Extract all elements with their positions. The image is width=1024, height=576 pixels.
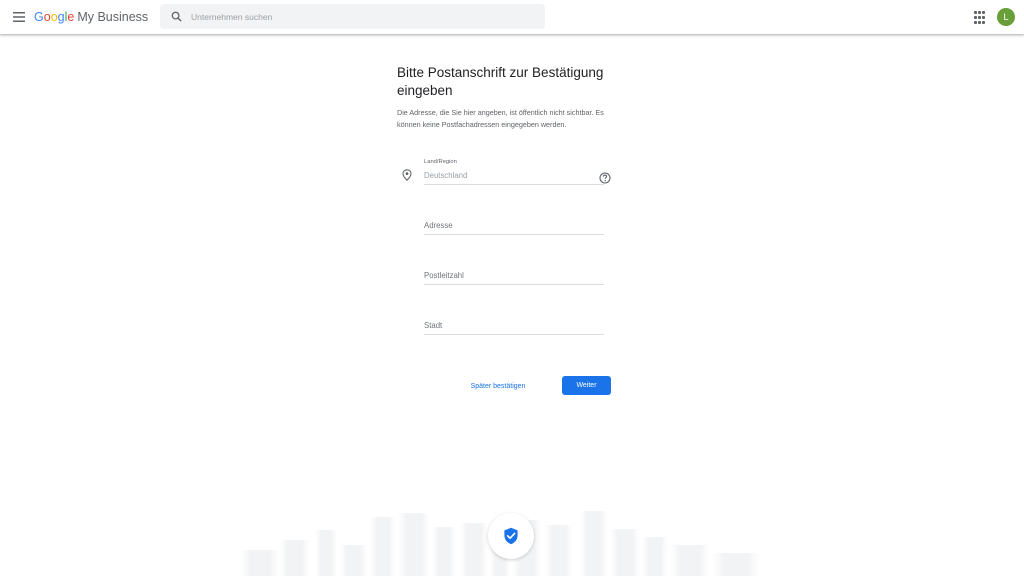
account-avatar[interactable]: L xyxy=(997,8,1015,26)
verified-shield-icon xyxy=(504,527,518,545)
page-description: Die Adresse, die Sie hier angeben, ist ö… xyxy=(397,108,604,129)
search-input[interactable] xyxy=(191,11,521,22)
main-menu-button[interactable] xyxy=(10,8,28,26)
google-apps-button[interactable] xyxy=(973,10,989,26)
address-input[interactable] xyxy=(424,219,594,231)
search-icon[interactable] xyxy=(171,11,183,23)
help-circle-icon[interactable] xyxy=(599,172,611,184)
address-underline xyxy=(424,234,604,235)
page-title: Bitte Postanschrift zur Bestätigung eing… xyxy=(397,65,604,98)
search-bar[interactable] xyxy=(160,4,545,29)
city-underline xyxy=(424,334,604,335)
city-input[interactable] xyxy=(424,319,594,331)
postal-code-underline xyxy=(424,284,604,285)
menu-icon xyxy=(13,12,25,22)
product-name: My Business xyxy=(77,10,149,24)
apps-grid-icon xyxy=(974,11,977,14)
location-pin-icon xyxy=(402,169,412,181)
country-label: Land/Region xyxy=(424,159,457,165)
top-app-bar: GoogleMy Business L xyxy=(0,0,1024,34)
verification-badge xyxy=(488,513,534,559)
country-input[interactable] xyxy=(424,169,594,181)
verify-later-button[interactable]: Später bestätigen xyxy=(460,377,536,395)
postal-code-input[interactable] xyxy=(424,269,594,281)
address-form: Bitte Postanschrift zur Bestätigung eing… xyxy=(397,60,627,335)
google-my-business-logo[interactable]: Google My Business xyxy=(34,10,148,24)
country-underline xyxy=(424,184,604,185)
next-button[interactable]: Weiter xyxy=(562,376,611,395)
